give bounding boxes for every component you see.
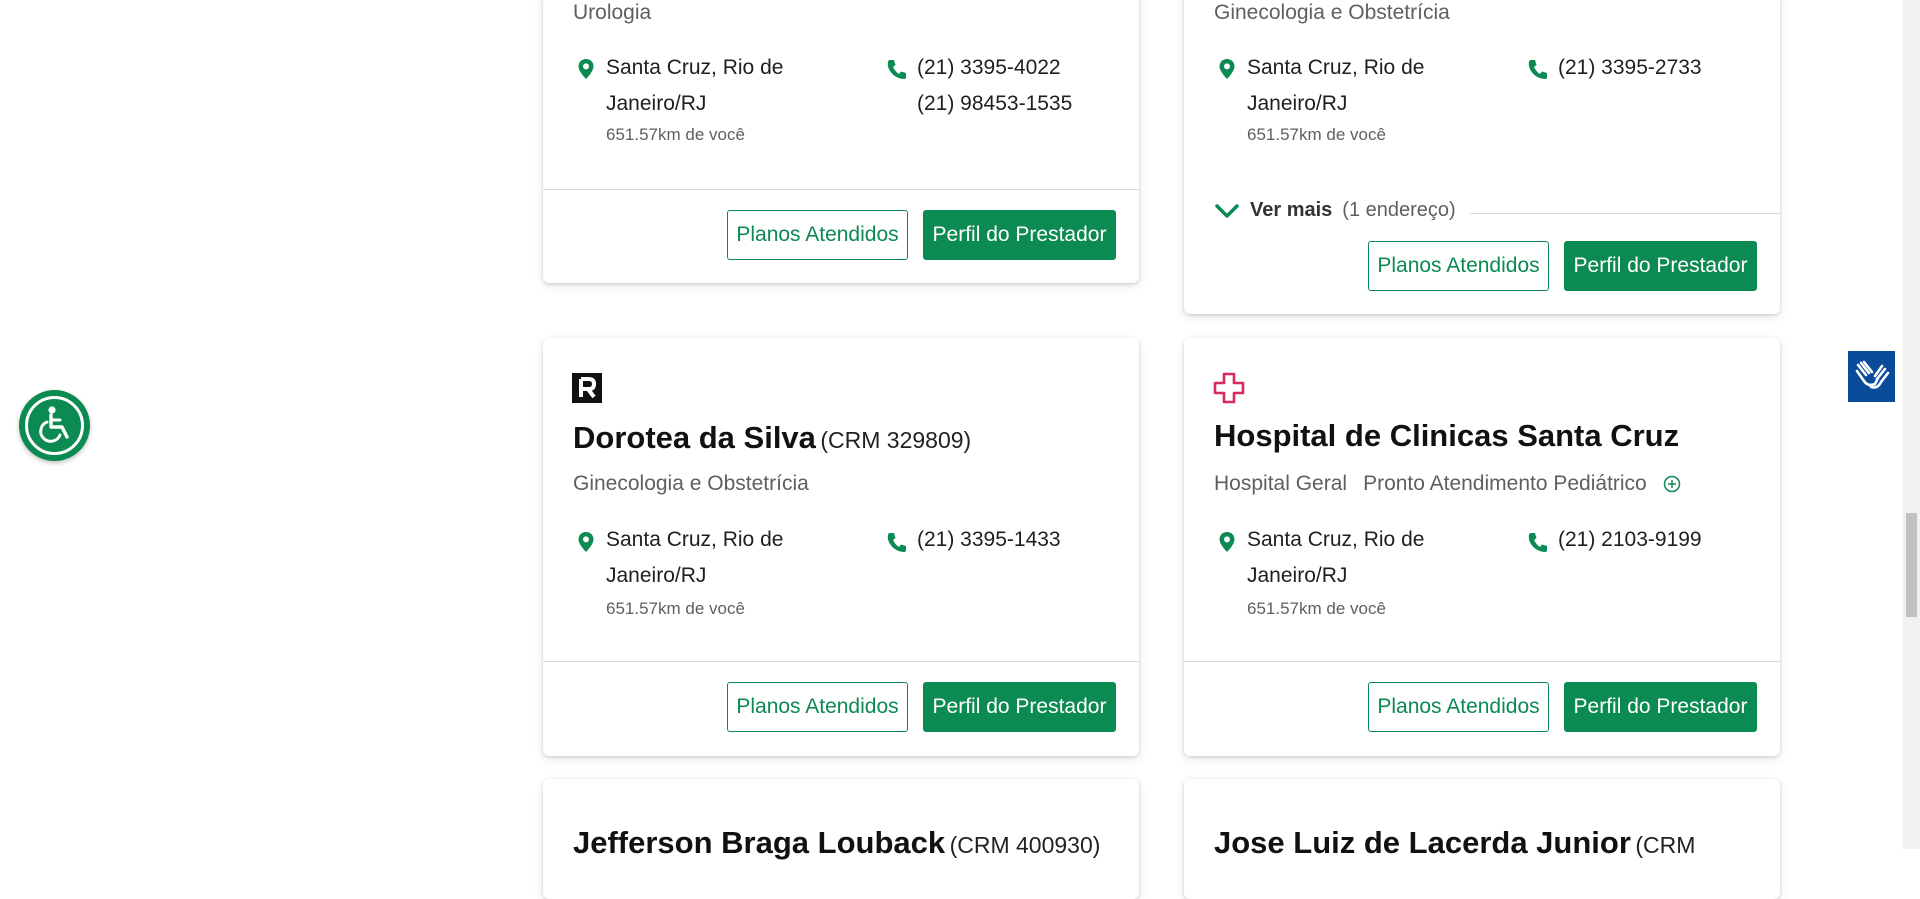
provider-card-jefferson: Jefferson Braga Louback (CRM 400930) [543,779,1139,899]
phone-number[interactable]: (21) 3395-2733 [1558,56,1702,80]
address-line: Santa Cruz, Rio de [1247,56,1425,79]
specialty-tag: Pronto Atendimento Pediátrico [1363,472,1647,495]
distance-text: 651.57km de você [1247,599,1386,618]
location-pin-icon [1219,59,1235,79]
provider-name[interactable]: Hospital de Clinicas Santa Cruz [1214,418,1679,454]
provider-card-urologia: Urologia Santa Cruz, Rio de Janeiro/RJ 6… [543,0,1139,283]
specialty-tag: Hospital Geral [1214,472,1348,495]
ver-mais-toggle[interactable]: Ver mais (1 endereço) [1214,199,1456,222]
provider-card-dorotea: Dorotea da Silva (CRM 329809) Ginecologi… [543,338,1139,756]
location-pin-icon [578,532,594,552]
specialty-tag: Ginecologia e Obstetrícia [573,472,809,495]
phone-number[interactable]: (21) 98453-1535 [917,92,1072,116]
distance-text: 651.57km de você [606,599,745,618]
provider-card-hospital: Hospital de Clinicas Santa Cruz Hospital… [1184,338,1780,756]
specialty-list: Ginecologia e Obstetrícia [1214,1,1450,25]
planos-atendidos-button[interactable]: Planos Atendidos [1368,241,1549,291]
address-line: Janeiro/RJ [1247,564,1348,587]
provider-name[interactable]: Jefferson Braga Louback (CRM 400930) [573,825,1100,861]
provider-name-text: Jose Luiz de Lacerda Junior [1214,825,1631,860]
chevron-down-icon [1215,203,1239,218]
address-line: Janeiro/RJ [606,564,707,587]
plus-circle-icon[interactable] [1663,475,1681,493]
address-line: Janeiro/RJ [1247,92,1348,115]
perfil-prestador-button[interactable]: Perfil do Prestador [1564,682,1757,732]
provider-name-text: Dorotea da Silva [573,420,816,455]
hospital-cross-icon [1213,372,1245,404]
sign-language-button[interactable] [1848,351,1895,402]
card-divider [543,661,1139,662]
card-divider [543,189,1139,190]
phone-icon [1528,533,1547,552]
planos-atendidos-button[interactable]: Planos Atendidos [1368,682,1549,732]
ver-mais-divider [1470,213,1780,214]
accessibility-button[interactable] [19,390,90,461]
r-badge-icon [572,373,602,403]
specialty-tag: Ginecologia e Obstetrícia [1214,1,1450,24]
phone-number[interactable]: (21) 3395-1433 [917,528,1061,552]
perfil-prestador-button[interactable]: Perfil do Prestador [923,682,1116,732]
specialty-list: Ginecologia e Obstetrícia [573,472,809,496]
provider-name-text: Hospital de Clinicas Santa Cruz [1214,418,1680,453]
phone-icon [887,60,906,79]
address-line: Janeiro/RJ [606,92,707,115]
provider-name-text: Jefferson Braga Louback [573,825,946,860]
distance-text: 651.57km de você [606,125,745,144]
phone-number[interactable]: (21) 2103-9199 [1558,528,1702,552]
page-scrollbar[interactable] [1903,0,1920,849]
ver-mais-count: (1 endereço) [1342,199,1456,221]
provider-crm: (CRM 400930) [949,832,1101,858]
provider-name[interactable]: Dorotea da Silva (CRM 329809) [573,420,971,456]
provider-crm: (CRM 329809) [820,427,972,453]
scrollbar-thumb[interactable] [1906,513,1917,617]
perfil-prestador-button[interactable]: Perfil do Prestador [1564,241,1757,291]
sign-language-hands-icon [1855,360,1890,389]
planos-atendidos-button[interactable]: Planos Atendidos [727,210,908,260]
distance-text: 651.57km de você [1247,125,1386,144]
ver-mais-label: Ver mais [1250,199,1333,221]
specialty-tag: Urologia [573,1,652,24]
perfil-prestador-button[interactable]: Perfil do Prestador [923,210,1116,260]
provider-name[interactable]: Jose Luiz de Lacerda Junior (CRM [1214,825,1695,861]
address-line: Santa Cruz, Rio de [1247,528,1425,551]
location-pin-icon [1219,532,1235,552]
address-line: Santa Cruz, Rio de [606,528,784,551]
phone-icon [887,533,906,552]
location-pin-icon [578,59,594,79]
wheelchair-accessibility-icon [25,396,84,455]
phone-number[interactable]: (21) 3395-4022 [917,56,1061,80]
specialty-list: Urologia [573,1,651,25]
provider-crm: (CRM [1635,832,1696,858]
provider-card-ginecologia: Ginecologia e Obstetrícia Santa Cruz, Ri… [1184,0,1780,314]
card-divider [1184,661,1780,662]
specialty-list: Hospital Geral Pronto Atendimento Pediát… [1214,472,1681,496]
planos-atendidos-button[interactable]: Planos Atendidos [727,682,908,732]
provider-card-jose: Jose Luiz de Lacerda Junior (CRM [1184,779,1780,899]
address-line: Santa Cruz, Rio de [606,56,784,79]
phone-icon [1528,60,1547,79]
